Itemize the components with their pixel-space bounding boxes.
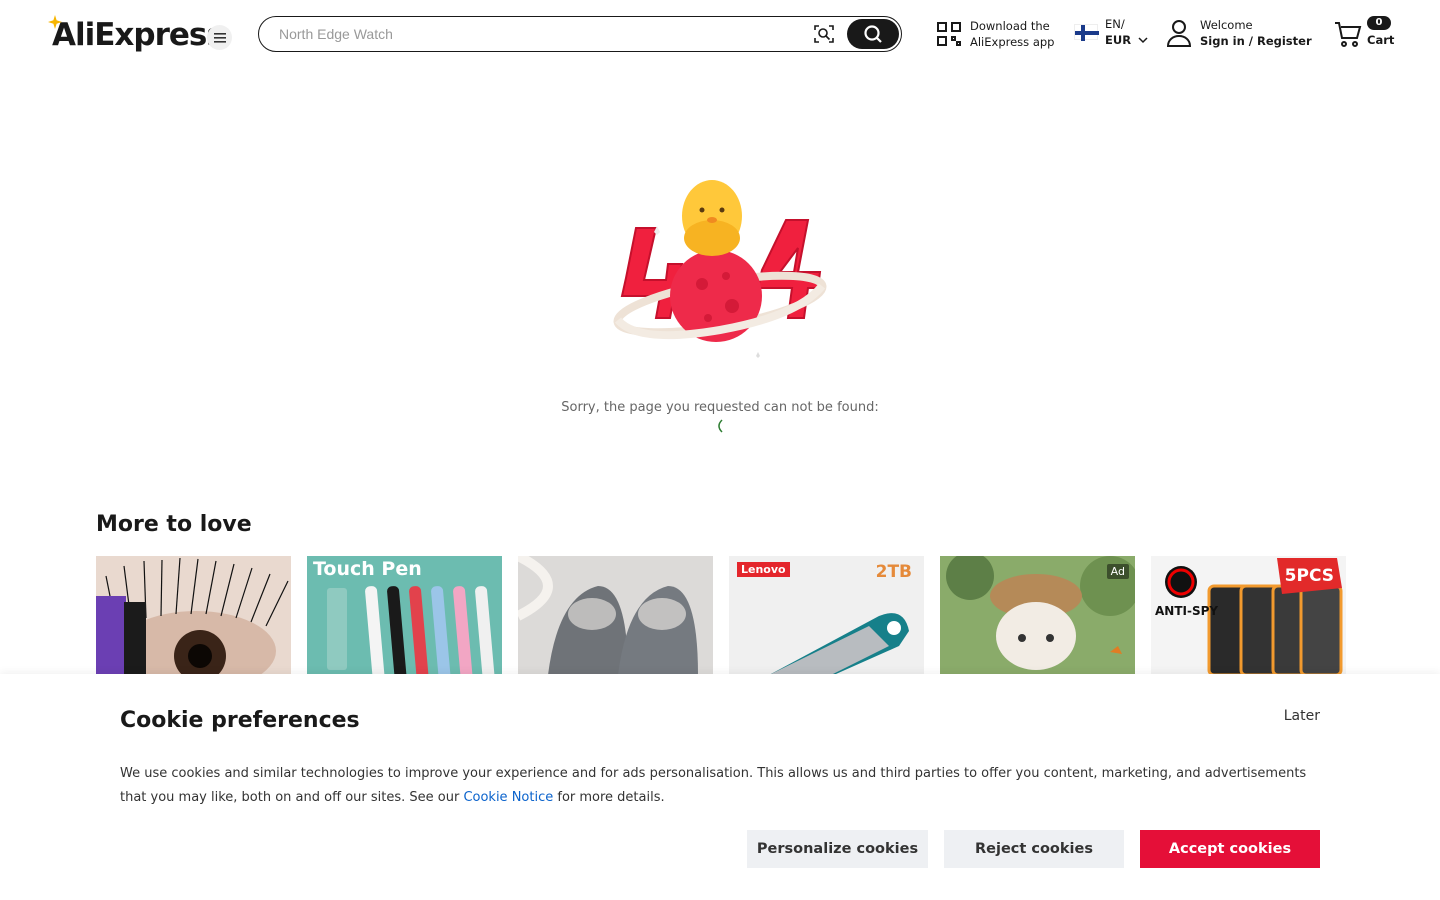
cart-label: Cart	[1367, 33, 1395, 47]
personalize-cookies-button[interactable]: Personalize cookies	[747, 830, 928, 868]
search-input[interactable]	[279, 23, 799, 45]
cookie-notice-link[interactable]: Cookie Notice	[463, 790, 553, 805]
welcome-label: Welcome	[1200, 18, 1253, 32]
currency-label: EUR	[1105, 33, 1132, 47]
usb-capacity-label: 2TB	[875, 562, 912, 582]
language-currency-selector[interactable]: EN/ EUR	[1074, 16, 1148, 48]
reject-cookies-button[interactable]: Reject cookies	[944, 830, 1124, 868]
cookie-text-after: for more details.	[553, 790, 665, 805]
camera-search-icon	[814, 25, 834, 43]
touch-pen-title: Touch Pen	[313, 558, 422, 580]
404-illustration	[613, 180, 827, 358]
search-icon	[864, 24, 882, 43]
loading-spinner-icon	[718, 419, 723, 433]
cart-count-badge: 0	[1367, 16, 1391, 30]
site-header: AliExpress Download the AliExpress app E…	[0, 0, 1440, 68]
not-found-message: Sorry, the page you requested can not be…	[561, 400, 879, 415]
chevron-down-icon	[1138, 37, 1148, 44]
cart-icon	[1335, 22, 1362, 47]
language-label: EN/	[1105, 17, 1125, 31]
cookie-text-before: We use cookies and similar technologies …	[120, 766, 1307, 805]
plush-toy-image	[940, 556, 1135, 675]
slippers-image	[518, 556, 713, 675]
logo-star-icon	[48, 15, 62, 29]
product-card-plush-toy[interactable]: Ad	[940, 556, 1135, 675]
qr-code-icon	[937, 22, 961, 46]
product-card-usb-drive[interactable]: Lenovo 2TB	[729, 556, 924, 675]
anti-spy-label: ANTI-SPY	[1155, 604, 1219, 618]
product-grid: Touch Pen Lenovo 2TB Ad ANTI-SPY 5PCS	[96, 556, 1346, 675]
image-search-button[interactable]	[813, 23, 835, 45]
download-line-1: Download the	[970, 19, 1050, 33]
download-line-2: AliExpress app	[970, 35, 1055, 49]
product-card-screen-protector[interactable]: ANTI-SPY 5PCS	[1151, 556, 1346, 675]
hamburger-icon	[213, 32, 226, 43]
product-card-eyelash[interactable]	[96, 556, 291, 675]
finland-flag-icon	[1074, 24, 1099, 41]
download-app-link[interactable]: Download the AliExpress app	[936, 18, 1054, 50]
lenovo-brand-badge: Lenovo	[737, 562, 790, 577]
search-button[interactable]	[847, 18, 899, 49]
more-to-love-title: More to love	[96, 512, 252, 537]
search-bar	[258, 16, 902, 52]
signin-register-link[interactable]: Sign in / Register	[1200, 33, 1312, 49]
cookie-description: We use cookies and similar technologies …	[120, 762, 1320, 810]
ad-badge: Ad	[1106, 564, 1129, 579]
cart-button[interactable]: 0 Cart	[1334, 16, 1394, 52]
aliexpress-logo[interactable]: AliExpress	[48, 15, 225, 54]
cookie-preferences-panel: Cookie preferences Later We use cookies …	[0, 674, 1440, 900]
user-icon	[1166, 20, 1192, 47]
category-menu-button[interactable]	[207, 25, 232, 50]
accept-cookies-button[interactable]: Accept cookies	[1140, 830, 1320, 868]
eyelash-image	[96, 556, 291, 675]
product-card-touch-pen[interactable]: Touch Pen	[307, 556, 502, 675]
later-button[interactable]: Later	[1284, 708, 1320, 724]
5pcs-badge: 5PCS	[1284, 566, 1334, 586]
cookie-title: Cookie preferences	[120, 708, 360, 733]
product-card-slippers[interactable]	[518, 556, 713, 675]
account-link[interactable]: Welcome Sign in / Register	[1166, 17, 1312, 49]
